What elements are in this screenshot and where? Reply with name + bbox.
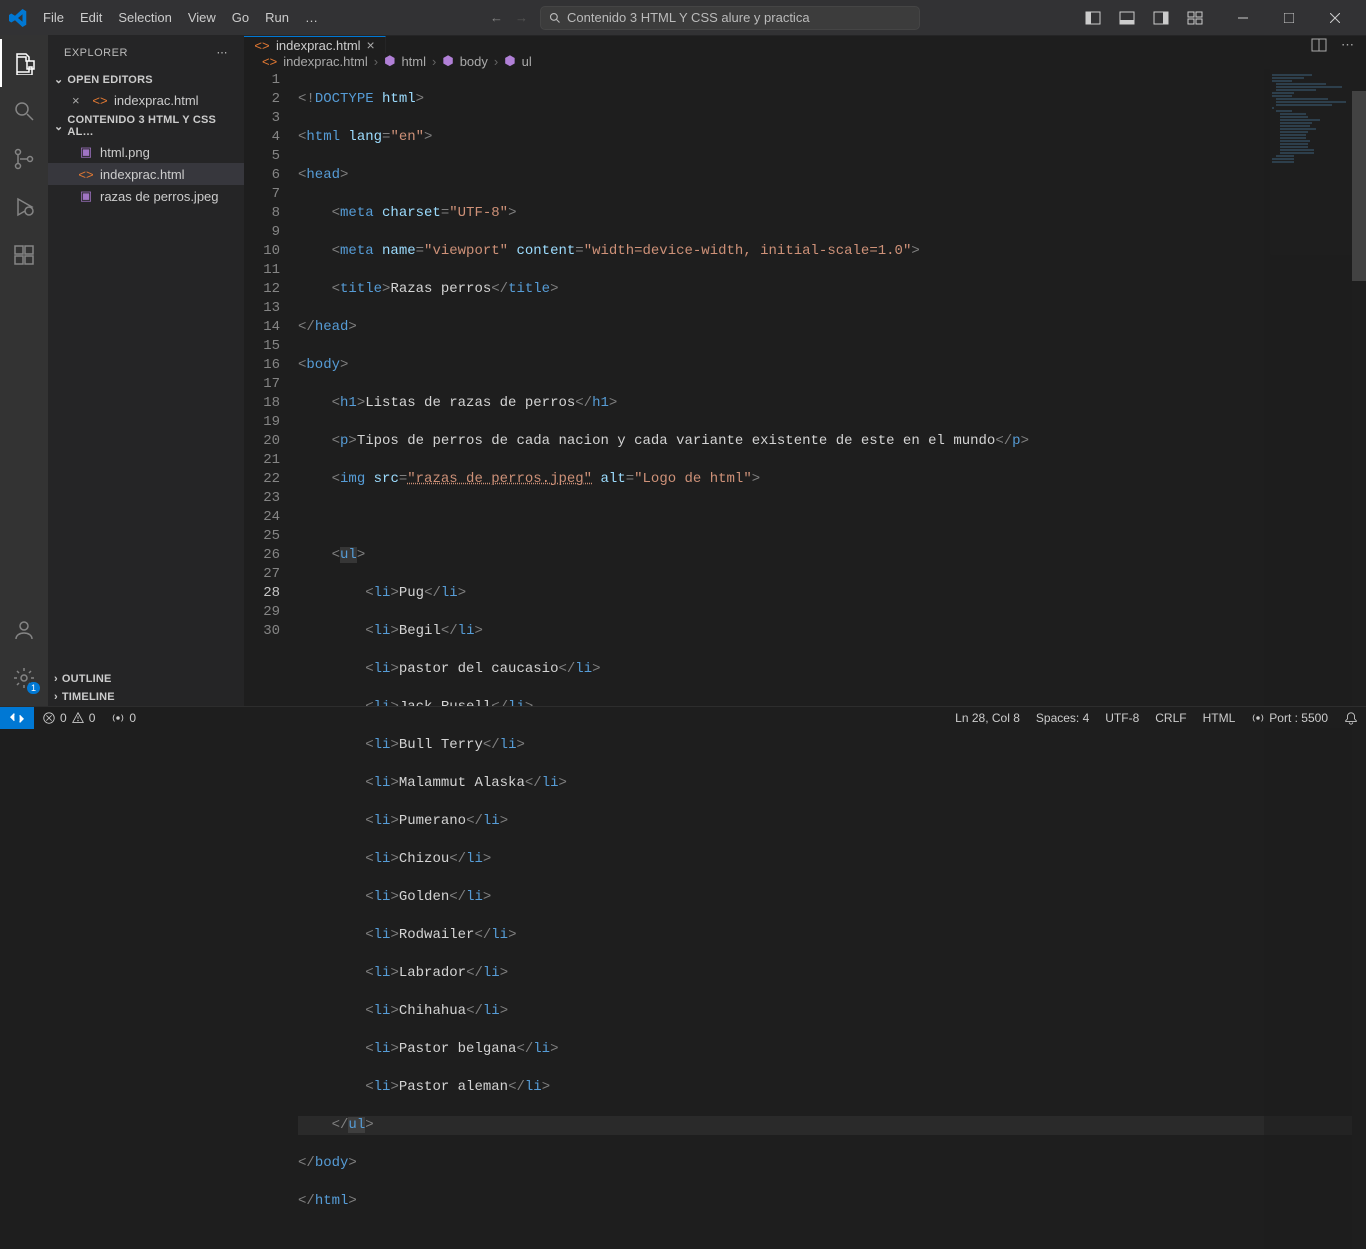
image-file-icon: ▣ — [78, 188, 94, 204]
code-content[interactable]: <!DOCTYPE html> <html lang="en"> <head> … — [298, 69, 1366, 1249]
project-folder-section[interactable]: ⌄ CONTENIDO 3 HTML Y CSS AL… — [48, 111, 244, 141]
html-file-icon: <> — [262, 54, 277, 69]
minimap[interactable] — [1264, 69, 1352, 1249]
project-name-label: CONTENIDO 3 HTML Y CSS AL… — [67, 114, 240, 138]
explorer-sidebar: EXPLORER ⋯ ⌄ OPEN EDITORS × <> indexprac… — [48, 35, 244, 706]
outline-label: OUTLINE — [62, 673, 112, 685]
explorer-title: EXPLORER — [64, 47, 128, 59]
breadcrumb-ul[interactable]: ul — [522, 54, 532, 69]
symbol-icon: ⬢ — [384, 53, 395, 69]
code-editor[interactable]: 1234567891011121314151617181920212223242… — [244, 69, 1366, 1249]
status-eol[interactable]: CRLF — [1147, 711, 1194, 725]
layout-primary-icon[interactable] — [1084, 10, 1102, 26]
chevron-right-icon: › — [54, 691, 58, 703]
status-errors[interactable]: 0 0 — [34, 711, 103, 725]
menu-more[interactable]: … — [297, 0, 326, 35]
sidebar-file-indexprac[interactable]: <> indexprac.html — [48, 163, 244, 185]
html-file-icon: <> — [92, 93, 108, 108]
layout-customize-icon[interactable] — [1186, 10, 1204, 26]
scrollbar-thumb[interactable] — [1352, 91, 1366, 281]
search-text: Contenido 3 HTML Y CSS alure y practica — [567, 10, 810, 25]
activity-explorer[interactable] — [0, 39, 48, 87]
breadcrumbs[interactable]: <> indexprac.html › ⬢ html › ⬢ body › ⬢ … — [244, 53, 1366, 69]
window-maximize[interactable] — [1266, 0, 1312, 35]
remote-indicator[interactable] — [0, 707, 34, 729]
file-label: razas de perros.jpeg — [100, 189, 219, 204]
open-editors-label: OPEN EDITORS — [67, 74, 152, 86]
titlebar: File Edit Selection View Go Run … ← → Co… — [0, 0, 1366, 35]
chevron-down-icon: ⌄ — [54, 73, 63, 86]
activity-settings[interactable]: 1 — [0, 654, 48, 702]
timeline-label: TIMELINE — [62, 691, 115, 703]
outline-section[interactable]: › OUTLINE — [48, 670, 244, 688]
file-label: html.png — [100, 145, 150, 160]
vertical-scrollbar[interactable] — [1352, 69, 1366, 1249]
menu-bar: File Edit Selection View Go Run … — [35, 0, 326, 35]
nav-forward-icon[interactable]: → — [515, 10, 528, 25]
command-center-search[interactable]: Contenido 3 HTML Y CSS alure y practica — [540, 6, 920, 30]
tab-indexprac[interactable]: <> indexprac.html × — [244, 36, 386, 53]
breadcrumb-html[interactable]: html — [401, 54, 426, 69]
open-editors-section[interactable]: ⌄ OPEN EDITORS — [48, 70, 244, 89]
symbol-icon: ⬢ — [442, 53, 453, 69]
close-icon[interactable]: × — [72, 93, 86, 108]
window-minimize[interactable] — [1220, 0, 1266, 35]
menu-file[interactable]: File — [35, 0, 72, 35]
activity-search[interactable] — [0, 87, 48, 135]
editor: <> indexprac.html × ⋯ <> indexprac.html … — [244, 35, 1366, 706]
menu-go[interactable]: Go — [224, 0, 257, 35]
status-bar: 0 0 0 Ln 28, Col 8 Spaces: 4 UTF-8 CRLF … — [0, 706, 1366, 728]
status-encoding[interactable]: UTF-8 — [1097, 711, 1147, 725]
line-numbers-gutter: 1234567891011121314151617181920212223242… — [244, 69, 298, 1249]
search-icon — [549, 12, 561, 24]
layout-bottom-icon[interactable] — [1118, 10, 1136, 26]
vscode-logo — [0, 9, 35, 27]
bell-icon — [1344, 711, 1358, 725]
close-icon[interactable]: × — [367, 37, 375, 53]
sidebar-file-htmlpng[interactable]: ▣ html.png — [48, 141, 244, 163]
status-port[interactable]: Port : 5500 — [1243, 711, 1336, 725]
chevron-right-icon: › — [432, 54, 436, 69]
status-notifications[interactable] — [1336, 711, 1366, 725]
html-file-icon: <> — [254, 38, 270, 53]
nav-back-icon[interactable]: ← — [490, 10, 503, 25]
settings-badge: 1 — [27, 682, 40, 694]
file-label: indexprac.html — [114, 93, 199, 108]
editor-tabs: <> indexprac.html × ⋯ — [244, 35, 1366, 53]
breadcrumb-body[interactable]: body — [460, 54, 488, 69]
timeline-section[interactable]: › TIMELINE — [48, 688, 244, 706]
status-spaces[interactable]: Spaces: 4 — [1028, 711, 1097, 725]
menu-selection[interactable]: Selection — [110, 0, 179, 35]
sidebar-file-razas[interactable]: ▣ razas de perros.jpeg — [48, 185, 244, 207]
broadcast-icon — [111, 711, 125, 725]
activity-source-control[interactable] — [0, 135, 48, 183]
chevron-right-icon: › — [494, 54, 498, 69]
menu-view[interactable]: View — [180, 0, 224, 35]
status-line-col[interactable]: Ln 28, Col 8 — [947, 711, 1028, 725]
status-radio[interactable]: 0 — [103, 711, 144, 725]
file-label: indexprac.html — [100, 167, 185, 182]
breadcrumb-file[interactable]: indexprac.html — [283, 54, 368, 69]
menu-edit[interactable]: Edit — [72, 0, 110, 35]
activity-extensions[interactable] — [0, 231, 48, 279]
chevron-down-icon: ⌄ — [54, 120, 63, 133]
split-editor-icon[interactable] — [1311, 37, 1327, 53]
html-file-icon: <> — [78, 167, 94, 182]
menu-run[interactable]: Run — [257, 0, 297, 35]
activity-accounts[interactable] — [0, 606, 48, 654]
chevron-right-icon: › — [54, 673, 58, 685]
activity-run-debug[interactable] — [0, 183, 48, 231]
explorer-more-icon[interactable]: ⋯ — [217, 46, 229, 59]
activity-bar: 1 — [0, 35, 48, 706]
tab-label: indexprac.html — [276, 38, 361, 53]
symbol-icon: ⬢ — [504, 53, 515, 69]
broadcast-icon — [1251, 711, 1265, 725]
chevron-right-icon: › — [374, 54, 378, 69]
status-language[interactable]: HTML — [1195, 711, 1244, 725]
editor-more-icon[interactable]: ⋯ — [1341, 37, 1354, 53]
layout-secondary-icon[interactable] — [1152, 10, 1170, 26]
window-close[interactable] — [1312, 0, 1358, 35]
open-editor-file[interactable]: × <> indexprac.html — [48, 89, 244, 111]
image-file-icon: ▣ — [78, 144, 94, 160]
